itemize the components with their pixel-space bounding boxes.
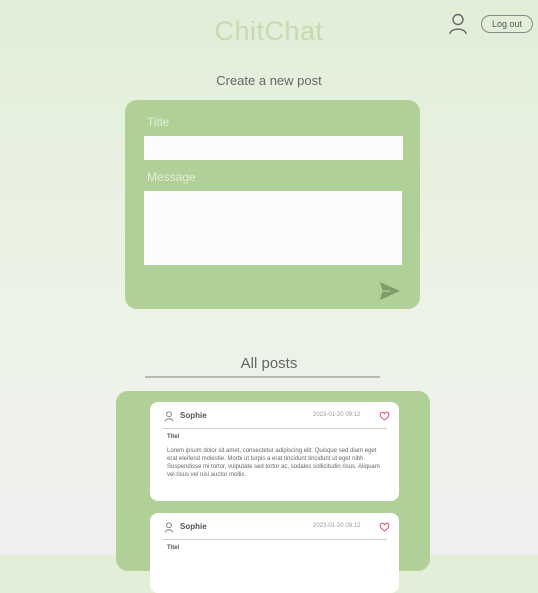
create-post-form: Title Message [125,100,420,309]
create-post-heading: Create a new post [216,73,322,88]
message-input[interactable] [144,191,402,265]
post-author: Sophie [180,411,207,420]
message-label: Message [147,170,196,184]
post-body: Lorem ipsum dolor sit amet, consectetur … [167,448,380,478]
post-card: Sophie 2023-01-20 09:12 Titel [150,513,399,593]
logout-button[interactable]: Log out [481,15,533,33]
post-card: Sophie 2023-01-20 09:12 Titel Lorem ipsu… [150,402,399,501]
heart-icon[interactable] [379,522,390,532]
user-icon [164,522,174,533]
posts-divider [145,376,380,378]
post-divider [162,539,387,540]
post-title: Titel [167,434,180,440]
post-divider [162,428,387,429]
user-icon[interactable] [448,13,468,35]
posts-list: Sophie 2023-01-20 09:12 Titel Lorem ipsu… [116,391,430,593]
post-title: Titel [167,545,180,551]
title-label: Title [147,115,170,129]
post-timestamp: 2023-01-20 09:12 [313,412,361,418]
post-header: Sophie 2023-01-20 09:12 [150,402,399,430]
title-input[interactable] [144,136,403,160]
heart-icon[interactable] [379,411,390,421]
post-timestamp: 2023-01-20 09:12 [313,523,361,529]
send-icon[interactable] [378,280,402,302]
all-posts-heading: All posts [240,355,298,372]
post-header: Sophie 2023-01-20 09:12 [150,513,399,541]
user-icon [164,411,174,422]
post-author: Sophie [180,522,207,531]
